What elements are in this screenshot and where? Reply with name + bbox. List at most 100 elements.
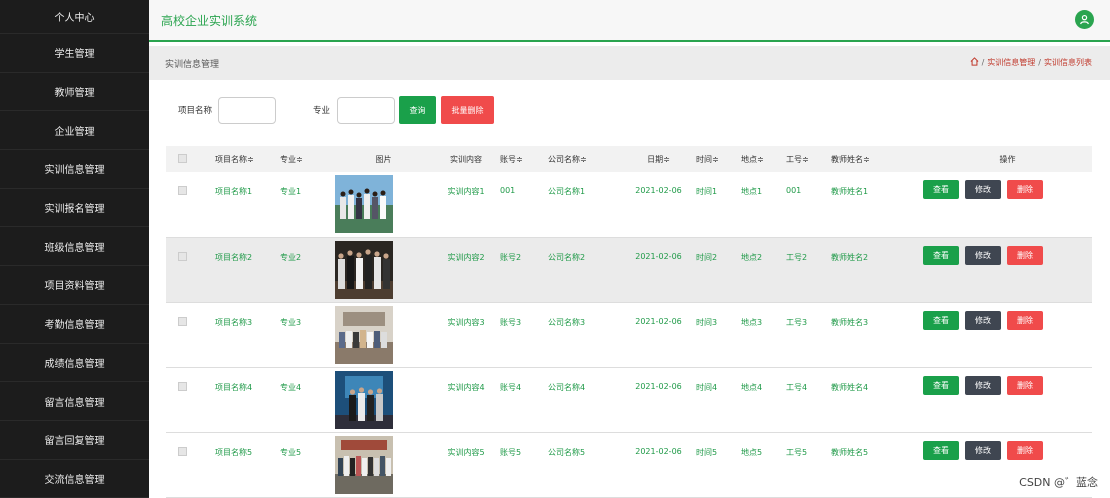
view-button[interactable]: 查看	[923, 180, 959, 199]
cell-major: 专业5	[280, 447, 302, 457]
app-title: 高校企业实训系统	[161, 14, 258, 28]
project-name-input[interactable]	[218, 96, 277, 124]
cell-actions: 查看 修改 删除	[923, 302, 1092, 367]
edit-button[interactable]: 修改	[965, 375, 1001, 395]
cell-account: 账号2	[500, 252, 522, 262]
edit-button[interactable]: 修改	[965, 245, 1001, 265]
col-header-major[interactable]: 专业≑	[280, 146, 335, 172]
cell-teacher: 教师姓名4	[831, 382, 869, 392]
delete-button[interactable]: 删除	[1007, 440, 1043, 460]
row-checkbox[interactable]	[178, 316, 187, 326]
col-header-project-name[interactable]: 项目名称≑	[215, 146, 280, 172]
row-checkbox[interactable]	[178, 186, 187, 195]
cell-date: 2021-02-06	[635, 251, 682, 261]
query-button[interactable]: 查询	[399, 96, 437, 124]
table-row: 项目名称1 专业1 实训内容1 001 公司名称1 2021-02-06 时间1…	[166, 172, 1092, 237]
cell-time: 时间3	[696, 317, 718, 327]
col-header-job-no[interactable]: 工号≑	[786, 146, 831, 172]
breadcrumb-training-info[interactable]: 实训信息管理	[987, 57, 1035, 68]
cell-image	[335, 237, 432, 302]
col-header-time[interactable]: 时间≑	[696, 146, 741, 172]
col-header-teacher[interactable]: 教师姓名≑	[831, 146, 923, 172]
sidebar-item-grades[interactable]: 成绩信息管理	[0, 344, 149, 383]
delete-button[interactable]: 删除	[1007, 310, 1043, 330]
training-photo[interactable]	[335, 305, 393, 364]
cell-job-no: 001	[786, 186, 802, 195]
cell-major: 专业3	[280, 317, 302, 327]
sidebar-item-attendance[interactable]: 考勤信息管理	[0, 305, 149, 344]
view-button[interactable]: 查看	[923, 440, 959, 460]
sidebar-item-messages[interactable]: 留言信息管理	[0, 382, 149, 421]
edit-button[interactable]: 修改	[965, 440, 1001, 460]
training-photo[interactable]	[335, 435, 393, 494]
sidebar-item-students[interactable]: 学生管理	[0, 34, 149, 73]
table-row: 项目名称5 专业5 实训内容5 账号5 公司名称5 2021-02-06 时间5…	[166, 432, 1092, 497]
col-header-image: 图片	[375, 154, 392, 164]
cell-place: 地点4	[741, 382, 763, 392]
sidebar-item-teachers[interactable]: 教师管理	[0, 73, 149, 112]
watermark: CSDN @゛蓝念	[1019, 476, 1098, 489]
cell-actions: 查看 修改 删除	[923, 172, 1092, 237]
delete-button[interactable]: 删除	[1007, 180, 1043, 199]
delete-button[interactable]: 删除	[1007, 375, 1043, 395]
sidebar-item-project-materials[interactable]: 项目资料管理	[0, 266, 149, 305]
cell-time: 时间5	[696, 447, 718, 457]
delete-button[interactable]: 删除	[1007, 245, 1043, 265]
training-photo[interactable]	[335, 240, 393, 299]
breadcrumb-separator: /	[1038, 58, 1041, 67]
cell-project-name: 项目名称2	[215, 252, 253, 262]
home-icon[interactable]	[970, 57, 979, 68]
breadcrumb: / 实训信息管理 / 实训信息列表	[970, 57, 1092, 68]
cell-job-no: 工号5	[786, 447, 808, 457]
cell-project-name: 项目名称4	[215, 382, 253, 392]
cell-teacher: 教师姓名5	[831, 447, 869, 457]
row-checkbox[interactable]	[178, 251, 187, 261]
cell-time: 时间4	[696, 382, 718, 392]
cell-image	[335, 367, 432, 432]
sidebar-item-profile[interactable]: 个人中心	[0, 0, 149, 34]
sidebar-item-training-signup[interactable]: 实训报名管理	[0, 189, 149, 228]
table-row: 项目名称3 专业3 实训内容3 账号3 公司名称3 2021-02-06 时间3…	[166, 302, 1092, 367]
col-header-actions: 操作	[999, 154, 1016, 164]
sidebar-item-companies[interactable]: 企业管理	[0, 111, 149, 151]
cell-project-name: 项目名称5	[215, 447, 253, 457]
cell-actions: 查看 修改 删除	[923, 367, 1092, 432]
view-button[interactable]: 查看	[923, 245, 959, 265]
edit-button[interactable]: 修改	[965, 180, 1001, 199]
cell-content: 实训内容2	[447, 252, 485, 262]
training-photo[interactable]	[335, 175, 393, 233]
edit-button[interactable]: 修改	[965, 310, 1001, 330]
row-checkbox[interactable]	[178, 446, 187, 456]
training-photo[interactable]	[335, 370, 393, 429]
cell-image	[335, 172, 432, 237]
cell-content: 实训内容1	[447, 187, 485, 196]
breadcrumb-training-list: 实训信息列表	[1044, 58, 1092, 67]
sidebar-item-training-info[interactable]: 实训信息管理	[0, 150, 149, 189]
col-header-date[interactable]: 日期≑	[621, 146, 696, 172]
cell-teacher: 教师姓名3	[831, 317, 869, 327]
cell-job-no: 工号3	[786, 317, 808, 327]
col-header-company[interactable]: 公司名称≑	[548, 146, 621, 172]
sidebar-item-class-info[interactable]: 班级信息管理	[0, 227, 149, 267]
cell-date: 2021-02-06	[635, 186, 682, 195]
user-icon[interactable]	[1075, 10, 1094, 29]
major-label: 专业	[313, 106, 331, 116]
col-header-account[interactable]: 账号≑	[500, 146, 548, 172]
batch-delete-button[interactable]: 批量删除	[441, 96, 495, 124]
view-button[interactable]: 查看	[923, 310, 959, 330]
cell-project-name: 项目名称3	[215, 317, 253, 327]
select-all-checkbox[interactable]	[178, 153, 187, 163]
sidebar-item-replies[interactable]: 留言回复管理	[0, 421, 149, 460]
col-header-place[interactable]: 地点≑	[741, 146, 786, 172]
cell-date: 2021-02-06	[635, 316, 682, 326]
sidebar-item-exchange[interactable]: 交流信息管理	[0, 460, 149, 498]
cell-content: 实训内容5	[447, 447, 485, 457]
col-header-content: 实训内容	[450, 154, 482, 164]
cell-teacher: 教师姓名2	[831, 252, 869, 262]
row-checkbox[interactable]	[178, 381, 187, 391]
view-button[interactable]: 查看	[923, 375, 959, 395]
cell-account: 001	[500, 186, 516, 195]
table-row: 项目名称4 专业4 实训内容4 账号4 公司名称4 2021-02-06 时间4…	[166, 367, 1092, 432]
cell-company: 公司名称3	[548, 317, 586, 327]
major-input[interactable]	[337, 96, 396, 124]
